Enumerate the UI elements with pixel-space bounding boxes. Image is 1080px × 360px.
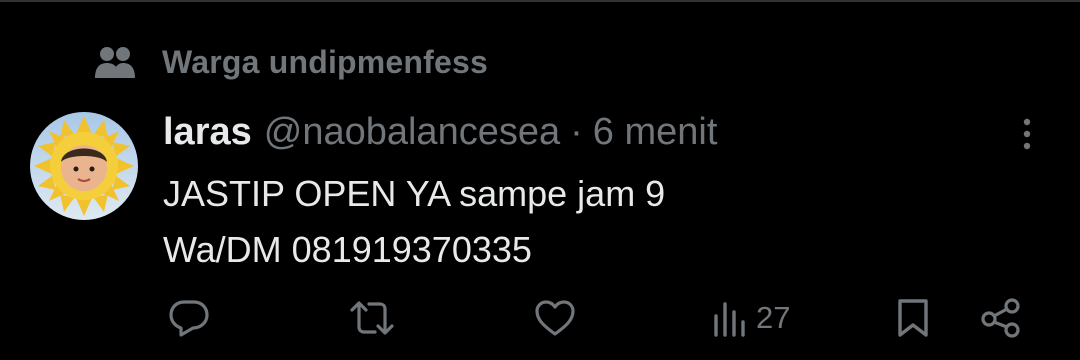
views-count: 27 (756, 300, 791, 335)
bookmark-button[interactable] (894, 296, 932, 340)
timestamp[interactable]: 6 menit (593, 111, 718, 154)
community-icon (94, 42, 140, 82)
retweet-icon (348, 298, 396, 338)
like-icon (534, 298, 576, 338)
user-handle[interactable]: @naobalancesea (264, 111, 560, 154)
tweet-header: laras @naobalancesea · 6 menit (163, 108, 717, 156)
divider (0, 0, 1080, 2)
reply-button[interactable] (168, 296, 210, 340)
tweet-text-line: Wa/DM 081919370335 (163, 229, 532, 270)
avatar[interactable] (30, 112, 138, 220)
bookmark-icon (894, 297, 932, 339)
reply-icon (168, 298, 210, 338)
share-icon (980, 298, 1022, 338)
separator: · (570, 110, 583, 153)
like-button[interactable] (534, 296, 576, 340)
community-context[interactable]: Warga undipmenfess (94, 40, 488, 84)
display-name[interactable]: laras (163, 111, 252, 154)
tweet-text-line: JASTIP OPEN YA sampe jam 9 (163, 173, 666, 214)
retweet-button[interactable] (348, 296, 396, 340)
tweet-text: JASTIP OPEN YA sampe jam 9 Wa/DM 0819193… (163, 166, 1023, 278)
views-button[interactable]: 27 (712, 296, 790, 340)
tweet-card[interactable]: Warga undipmenfess laras @naobalancesea … (0, 0, 1080, 360)
community-name: Warga undipmenfess (162, 43, 489, 80)
share-button[interactable] (980, 296, 1022, 340)
views-icon (712, 298, 748, 338)
more-options-icon[interactable] (1010, 116, 1044, 152)
